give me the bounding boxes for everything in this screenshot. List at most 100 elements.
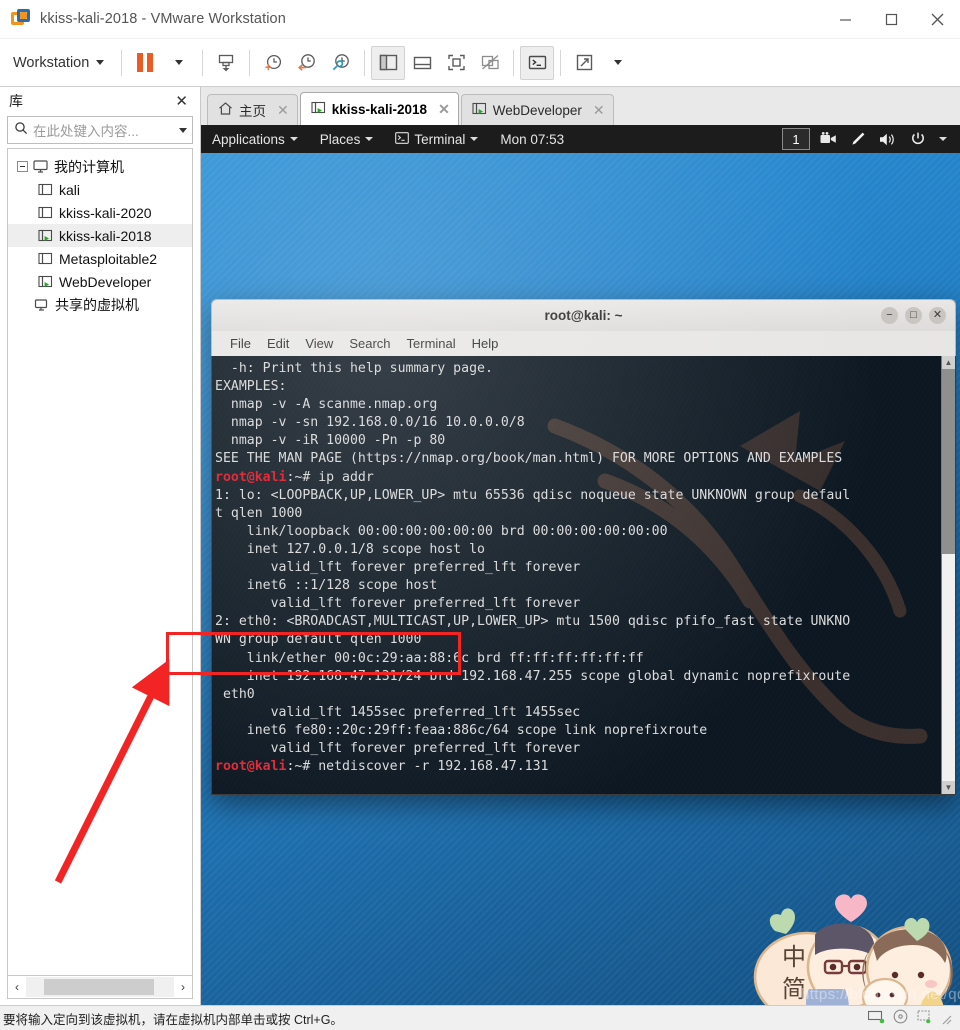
resize-grip[interactable] <box>939 1012 952 1025</box>
terminal-body[interactable]: -h: Print this help summary page. EXAMPLE… <box>211 356 956 795</box>
minimize-button[interactable] <box>822 0 868 38</box>
power-dropdown-button[interactable] <box>162 46 196 80</box>
clock[interactable]: Mon 07:53 <box>489 125 575 153</box>
shared-vms-icon <box>34 297 49 312</box>
tab-close-icon[interactable]: ✕ <box>593 102 605 119</box>
take-snapshot-button[interactable] <box>256 46 290 80</box>
library-sidebar: 库 ✕ 在此处键入内容... 我的计算机 kali kkiss-kali-202… <box>0 87 201 1005</box>
cd-status-icon[interactable] <box>893 1009 908 1027</box>
status-bar: 要将输入定向到该虚拟机，请在虚拟机内部单击或按 Ctrl+G。 <box>0 1005 960 1030</box>
tree-item-kkiss-kali-2020[interactable]: kkiss-kali-2020 <box>8 201 192 224</box>
terminal-output[interactable]: -h: Print this help summary page. EXAMPLE… <box>212 356 941 794</box>
tree-item-kkiss-kali-2018[interactable]: kkiss-kali-2018 <box>8 224 192 247</box>
tab-close-icon[interactable]: ✕ <box>277 102 289 119</box>
console-view-button[interactable] <box>520 45 555 80</box>
terminal-line: 2: eth0: <BROADCAST,MULTICAST,UP,LOWER_U… <box>215 614 851 630</box>
terminal-minimize-button[interactable]: − <box>881 307 898 324</box>
terminal-line: link/ether 00:0c:29:aa:88:6c brd ff:ff:f… <box>215 650 644 666</box>
tree-item-label: WebDeveloper <box>59 273 152 290</box>
scroll-thumb[interactable] <box>44 979 154 995</box>
terminal-scrollbar[interactable]: ▲ ▼ <box>941 356 955 794</box>
terminal-line: WN group default qlen 1000 <box>215 632 422 648</box>
pen-tablet-icon[interactable] <box>850 131 866 147</box>
title-bar: kkiss-kali-2018 - VMware Workstation <box>0 0 960 39</box>
toolbar-divider <box>513 49 515 76</box>
menu-view[interactable]: View <box>297 336 341 351</box>
chevron-down-icon <box>470 137 479 141</box>
volume-icon[interactable] <box>879 132 897 147</box>
terminal-menu-bar: File Edit View Search Terminal Help <box>211 331 956 356</box>
usb-status-icon[interactable] <box>916 1009 931 1027</box>
screencast-icon[interactable] <box>820 132 837 146</box>
terminal-line: valid_lft forever preferred_lft forever <box>215 740 581 756</box>
scroll-down-button[interactable]: ▼ <box>942 781 955 794</box>
collapse-toggle-icon[interactable] <box>17 161 28 172</box>
vmware-logo-icon <box>11 9 31 29</box>
tab-webdeveloper[interactable]: WebDeveloper ✕ <box>460 94 614 125</box>
search-box[interactable]: 在此处键入内容... <box>7 116 193 144</box>
network-status-icon[interactable] <box>867 1010 885 1027</box>
menu-search[interactable]: Search <box>341 336 398 351</box>
vm-screen[interactable]: Applications Places Terminal Mon 07:53 1… <box>201 125 960 1005</box>
full-screen-button[interactable] <box>439 46 473 80</box>
terminal-title-bar[interactable]: root@kali: ~ − □ ✕ <box>211 299 956 331</box>
toolbar-divider <box>121 49 123 76</box>
scroll-track[interactable] <box>26 977 174 997</box>
search-input[interactable]: 在此处键入内容... <box>33 120 174 140</box>
chevron-down-icon <box>179 127 187 133</box>
chevron-down-icon[interactable] <box>939 137 947 141</box>
terminal-window[interactable]: root@kali: ~ − □ ✕ File Edit View Search <box>211 299 956 795</box>
search-dropdown-button[interactable] <box>174 127 192 133</box>
maximize-button[interactable] <box>868 0 914 38</box>
main-body: 库 ✕ 在此处键入内容... 我的计算机 kali kkiss-kali-202… <box>0 87 960 1005</box>
workspace-indicator[interactable]: 1 <box>782 128 810 150</box>
tree-item-my-computer[interactable]: 我的计算机 <box>8 155 192 178</box>
unity-mode-button[interactable] <box>473 46 507 80</box>
scroll-right-button[interactable]: › <box>174 980 192 994</box>
close-button[interactable] <box>914 0 960 38</box>
tab-home[interactable]: 主页 ✕ <box>207 94 298 125</box>
terminal-prompt-tail: :~# netdiscover -r 192.168.47.131 <box>286 759 549 775</box>
scroll-up-button[interactable]: ▲ <box>942 356 955 369</box>
toolbar-divider <box>364 49 366 76</box>
menu-edit[interactable]: Edit <box>259 336 297 351</box>
sidebar-horizontal-scrollbar[interactable]: ‹ › <box>7 975 193 999</box>
close-library-button[interactable]: ✕ <box>171 92 192 111</box>
thumbnail-bar-icon <box>413 56 431 70</box>
applications-menu[interactable]: Applications <box>201 125 309 153</box>
send-ctrl-alt-del-button[interactable] <box>209 46 243 80</box>
scroll-track[interactable] <box>942 369 955 781</box>
snapshot-manager-button[interactable] <box>324 46 358 80</box>
power-icon[interactable] <box>910 131 926 147</box>
scroll-thumb[interactable] <box>942 369 955 555</box>
library-panel-icon <box>379 54 397 71</box>
terminal-maximize-button[interactable]: □ <box>905 307 922 324</box>
tree-item-shared-vms[interactable]: 共享的虚拟机 <box>8 293 192 316</box>
show-library-button[interactable] <box>371 45 406 80</box>
chevron-down-icon <box>365 137 374 141</box>
show-thumbnail-bar-button[interactable] <box>405 46 439 80</box>
tree-item-kali[interactable]: kali <box>8 178 192 201</box>
terminal-close-button[interactable]: ✕ <box>929 307 946 324</box>
menu-file[interactable]: File <box>222 336 259 351</box>
stretch-guest-button[interactable] <box>567 46 601 80</box>
places-menu[interactable]: Places <box>309 125 385 153</box>
stretch-dropdown-button[interactable] <box>601 46 635 80</box>
vm-powered-off-icon <box>38 251 53 266</box>
pause-button[interactable] <box>128 46 162 80</box>
active-app-menu[interactable]: Terminal <box>384 125 489 153</box>
window-title: kkiss-kali-2018 - VMware Workstation <box>40 11 286 27</box>
kali-desktop[interactable]: root@kali: ~ − □ ✕ File Edit View Search <box>201 153 960 1005</box>
tab-close-icon[interactable]: ✕ <box>438 101 450 118</box>
terminal-title: root@kali: ~ <box>544 308 623 323</box>
tab-strip: 主页 ✕ kkiss-kali-2018 ✕ WebDeveloper ✕ <box>201 87 960 125</box>
tree-item-metasploitable2[interactable]: Metasploitable2 <box>8 247 192 270</box>
my-computer-icon <box>33 159 48 174</box>
menu-help[interactable]: Help <box>464 336 507 351</box>
tab-kkiss-kali-2018[interactable]: kkiss-kali-2018 ✕ <box>299 92 459 125</box>
workstation-menu-button[interactable]: Workstation <box>0 48 115 78</box>
tree-item-webdeveloper[interactable]: WebDeveloper <box>8 270 192 293</box>
revert-snapshot-button[interactable] <box>290 46 324 80</box>
scroll-left-button[interactable]: ‹ <box>8 980 26 994</box>
menu-terminal[interactable]: Terminal <box>399 336 464 351</box>
